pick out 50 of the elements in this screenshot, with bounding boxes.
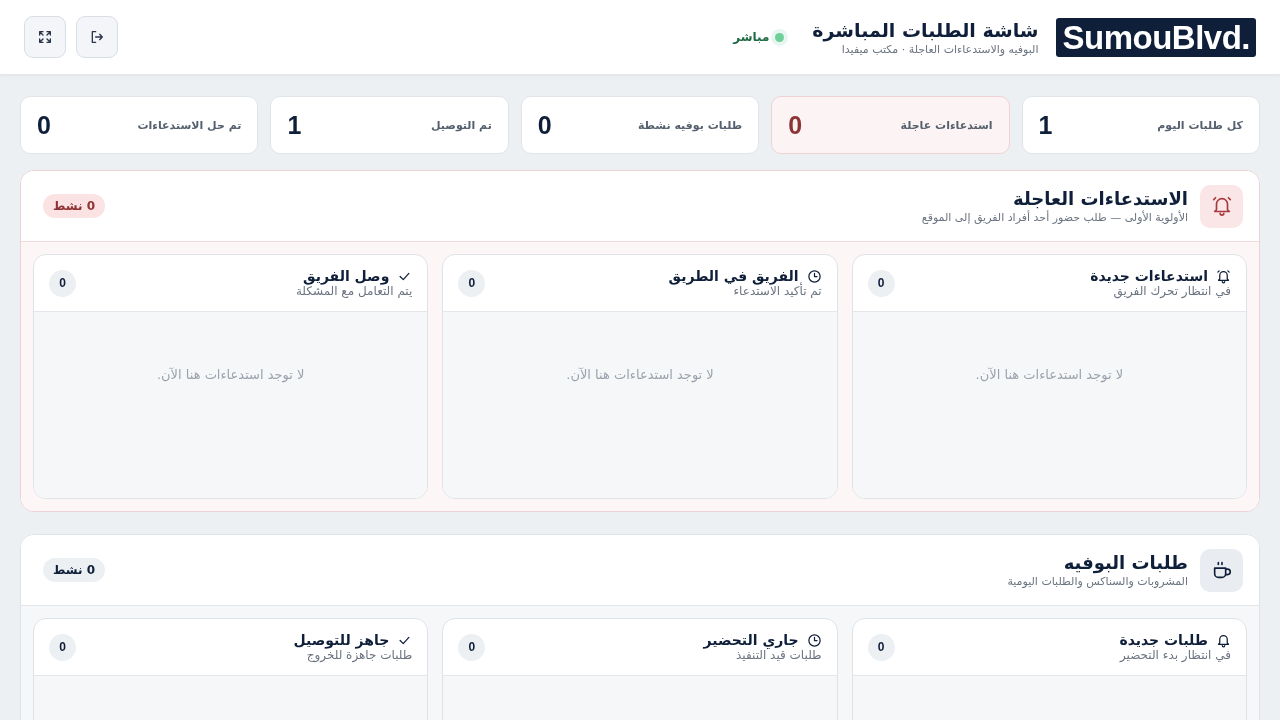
fullscreen-button[interactable] bbox=[24, 16, 66, 58]
stat-value: 0 bbox=[788, 110, 803, 140]
count-badge: 0 bbox=[49, 633, 76, 661]
column-title: الفريق في الطريق bbox=[668, 268, 799, 284]
clock-icon bbox=[806, 632, 822, 648]
bell-icon bbox=[1216, 268, 1231, 284]
count-badge: 0 bbox=[458, 269, 486, 297]
column-subtitle: في انتظار تحرك الفريق bbox=[1112, 284, 1231, 298]
stat-value: 1 bbox=[287, 110, 302, 140]
stat-value: 0 bbox=[37, 110, 51, 140]
empty-message: لا توجد استدعاءات هنا الآن. bbox=[566, 367, 714, 385]
stat-label: طلبات بوفيه نشطة bbox=[637, 118, 743, 132]
bell-icon bbox=[1210, 195, 1233, 217]
active-count: 0 نشط bbox=[43, 194, 106, 218]
expand-icon bbox=[37, 29, 53, 45]
empty-message: لا توجد استدعاءات هنا الآن. bbox=[156, 367, 305, 385]
status-label: مباشر bbox=[733, 30, 770, 44]
column-subtitle: في انتظار بدء التحضير bbox=[1119, 648, 1231, 662]
stat-label: تم حل الاستدعاءات bbox=[137, 118, 242, 132]
logout-icon bbox=[89, 29, 105, 45]
section-subtitle: المشروبات والسناكس والطلبات اليومية bbox=[1007, 575, 1188, 588]
section-subtitle: الأولوية الأولى — طلب حضور أحد أفراد الفريق إلى الموقع bbox=[921, 211, 1188, 224]
logo: SumouBlvd. bbox=[1056, 17, 1256, 57]
column-subtitle: تم تأكيد الاستدعاء bbox=[733, 284, 822, 298]
bell-icon bbox=[1216, 632, 1231, 648]
stat-label: استدعاءات عاجلة bbox=[900, 118, 993, 132]
active-count: 0 نشط bbox=[43, 558, 106, 582]
stat-label: تم التوصيل bbox=[431, 118, 492, 132]
count-badge: 0 bbox=[458, 633, 486, 661]
stat-label: كل طلبات اليوم bbox=[1157, 118, 1243, 132]
column-subtitle: يتم التعامل مع المشكلة bbox=[295, 284, 413, 298]
column-subtitle: طلبات قيد التنفيذ bbox=[736, 648, 822, 662]
column-title: وصل الفريق bbox=[303, 268, 390, 284]
column-title: استدعاءات جديدة bbox=[1090, 268, 1208, 284]
count-badge: 0 bbox=[867, 269, 895, 297]
empty-message: لا توجد استدعاءات هنا الآن. bbox=[975, 367, 1124, 385]
stat-value: 1 bbox=[1038, 110, 1053, 140]
stat-value: 0 bbox=[537, 110, 552, 140]
column-title: طلبات جديدة bbox=[1119, 632, 1208, 648]
clock-icon bbox=[806, 268, 822, 284]
section-title: طلبات البوفيه bbox=[1062, 552, 1188, 573]
column-title: جاري التحضير bbox=[703, 632, 799, 648]
column-title: جاهز للتوصيل bbox=[293, 632, 390, 648]
page-title: شاشة الطلبات المباشرة bbox=[812, 18, 1039, 41]
logout-button[interactable] bbox=[76, 16, 118, 58]
count-badge: 0 bbox=[49, 269, 76, 297]
page-subtitle: البوفيه والاستدعاءات العاجلة · مكتب ميفيدا bbox=[840, 42, 1039, 56]
section-title: الاستدعاءات العاجلة bbox=[1012, 188, 1188, 209]
column-subtitle: طلبات جاهزة للخروج bbox=[306, 648, 413, 662]
count-badge: 0 bbox=[867, 633, 895, 661]
